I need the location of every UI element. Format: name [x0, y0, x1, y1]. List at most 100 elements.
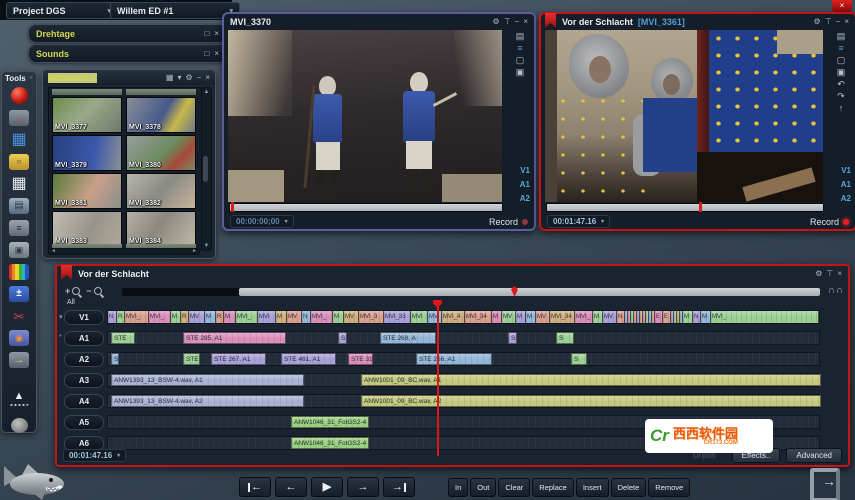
magnifier-icon[interactable]	[72, 287, 80, 295]
bin-clip-thumbnail[interactable]: MVI_3380	[126, 135, 196, 171]
list-view-icon[interactable]: ≡	[517, 44, 522, 53]
timeline-video-clip[interactable]: MVI_34	[465, 311, 492, 323]
timeline-video-clip[interactable]: N	[617, 311, 625, 323]
timeline-video-clip[interactable]: R	[181, 311, 189, 323]
timeline-audio-clip[interactable]: ANW1001_09_BC.wav, A2	[361, 395, 821, 407]
timeline-video-clip[interactable]: N	[302, 311, 311, 323]
timeline-audio-clip[interactable]: STE	[183, 353, 200, 365]
restore-icon[interactable]: □	[204, 49, 209, 58]
timeline-video-clip[interactable]: E	[655, 311, 663, 323]
timeline-video-clip[interactable]: MVI_	[236, 311, 258, 323]
gear-icon[interactable]: ⚙	[493, 18, 500, 26]
audio-track-content[interactable]: ANW1393_13_BSW-4.wav, A2 ANW1001_09_BC.wa…	[107, 394, 820, 408]
timeline-header[interactable]: Vor der Schlacht ⚙⊤×	[57, 266, 848, 282]
timeline-video-clip[interactable]: MV	[603, 311, 617, 323]
timecode-display[interactable]: 00:01:47.16 ▾	[547, 215, 610, 228]
playhead-line[interactable]	[437, 306, 439, 456]
playhead-marker[interactable]	[231, 202, 234, 212]
track-label-a1[interactable]: A1	[64, 331, 104, 346]
scroll-left-icon[interactable]: ◄	[51, 249, 56, 254]
pin-icon[interactable]: ⊤	[504, 18, 511, 26]
skip-end-button[interactable]: →	[383, 477, 415, 497]
list-view-icon[interactable]: ≡	[838, 44, 843, 53]
track-label-a2[interactable]: A2	[64, 352, 104, 367]
track-indicator-a2[interactable]: A2	[520, 194, 530, 203]
timeline-video-clip[interactable]: MV	[287, 311, 302, 323]
timeline-audio-clip[interactable]: STE 268, A	[380, 332, 436, 344]
export-icon[interactable]: →	[9, 352, 29, 368]
play-button[interactable]: ▶	[311, 477, 343, 497]
bin-clip-thumbnail[interactable]: MVI_3379	[52, 135, 122, 171]
search-bin-icon[interactable]: ○	[9, 154, 29, 170]
timeline-video-clip[interactable]: MVI	[411, 311, 428, 323]
timeline-audio-clip[interactable]: S	[571, 353, 587, 365]
viewer-header[interactable]: MVI_3370 ⚙⊤−×	[224, 14, 534, 30]
audio-track-content[interactable]: SSTESTE 267, A1STE 461, A1STE 31STE 256,…	[107, 352, 820, 366]
timeline-video-clip[interactable]: M	[276, 311, 287, 323]
video-track-content[interactable]: NRMVI_MVI_MRMVMRMMVI_MVIMMVNMVI_MMVMVI_3…	[107, 310, 820, 324]
close-icon[interactable]: ×	[214, 29, 219, 38]
bin-horizontal-scrollbar[interactable]: ◄ ►	[48, 248, 200, 255]
timeline-audio-clip[interactable]: ANW1393_13_BSW-4.wav, A1	[111, 374, 304, 386]
edit-button-in[interactable]: In	[448, 478, 468, 497]
timeline-audio-clip[interactable]: STE	[111, 332, 135, 344]
timecode-display[interactable]: 00:00:00;00 ▾	[230, 215, 294, 228]
edit-button-delete[interactable]: Delete	[611, 478, 647, 497]
seek-bar[interactable]	[229, 203, 503, 212]
close-icon[interactable]: ×	[214, 49, 219, 58]
timeline-video-clip[interactable]: MV	[502, 311, 516, 323]
close-icon[interactable]: ×	[29, 75, 33, 82]
bin-clip-thumbnail[interactable]: MVI_3383	[52, 211, 122, 247]
timeline-audio-clip[interactable]: ANW1393_13_BSW-4.wav, A2	[111, 395, 304, 407]
restore-icon[interactable]: □	[204, 29, 209, 38]
timeline-video-clip[interactable]: M	[333, 311, 344, 323]
bin-clip-thumbnail[interactable]: MVI_3382	[126, 173, 196, 209]
timeline-video-clip[interactable]: M	[526, 311, 536, 323]
timeline-audio-clip[interactable]: ANW1046_31_FotGS2-4	[291, 416, 369, 428]
pin-icon[interactable]: ⊤	[825, 18, 832, 26]
bin-clip-thumbnail[interactable]: MVI_3384	[126, 211, 196, 247]
upload-icon[interactable]: ↑	[839, 104, 844, 113]
folder-icon[interactable]: ▤	[837, 32, 846, 41]
scrollbar-thumb[interactable]	[203, 156, 208, 182]
step-back-button[interactable]: ←	[275, 477, 307, 497]
bin-clip-thumbnail[interactable]: MVI_3378	[126, 97, 196, 133]
bin-header[interactable]: Mittwoch 1 ▦▾⚙−×	[43, 70, 215, 85]
timeline-video-clip[interactable]: MVI_	[575, 311, 593, 323]
timeline-video-clip[interactable]: MVI_34	[550, 311, 575, 323]
cut-icon[interactable]: ✂	[9, 308, 29, 324]
timeline-video-clip[interactable]: E	[663, 311, 671, 323]
timeline-video-clip[interactable]: MVI_	[149, 311, 171, 323]
timeline-audio-clip[interactable]: STE 267, A1	[211, 353, 266, 365]
record-icon[interactable]	[11, 87, 28, 104]
timeline-audio-clip[interactable]: S	[111, 353, 119, 365]
minimize-icon[interactable]: −	[515, 18, 520, 26]
scroll-up-icon[interactable]: ▲	[202, 89, 211, 95]
timeline-audio-clip[interactable]: S	[556, 332, 574, 344]
undo-icon[interactable]: ↶	[837, 80, 845, 89]
timeline-video-clip[interactable]: MVI_	[125, 311, 149, 323]
record-indicator[interactable]	[843, 219, 849, 225]
effects-icon[interactable]: ◉	[9, 330, 29, 346]
zoom-out-button[interactable]: −	[86, 286, 91, 296]
pin-icon[interactable]: ⊤	[826, 270, 833, 278]
track-label-a5[interactable]: A5	[64, 415, 104, 430]
copy-icon[interactable]: ▣	[837, 68, 846, 77]
track-label-a4[interactable]: A4	[64, 394, 104, 409]
minimize-icon[interactable]: −	[836, 18, 841, 26]
magnifier-icon[interactable]	[94, 287, 102, 295]
keypad-icon[interactable]: ▦	[9, 176, 29, 192]
rack-sounds[interactable]: Sounds □ ×	[28, 44, 227, 63]
timecode-display[interactable]: 00:01:47.16 ▾	[63, 449, 126, 462]
viewer-header[interactable]: Vor der Schlacht [MVI_3361] ⚙⊤−×	[541, 14, 855, 30]
timeline-video-clip[interactable]: M	[683, 311, 693, 323]
scroll-down-icon[interactable]: ▼	[202, 243, 211, 249]
edit-dropdown[interactable]: Willem ED #1 ▾	[110, 2, 240, 19]
timeline-video-clip[interactable]: MV	[344, 311, 359, 323]
track-indicator-v1[interactable]: V1	[841, 166, 851, 175]
timeline-video-clip[interactable]: M	[516, 311, 526, 323]
mixer-icon[interactable]: ≡	[9, 220, 29, 236]
edit-button-insert[interactable]: Insert	[576, 478, 609, 497]
track-indicator-a1[interactable]: A1	[841, 180, 851, 189]
minimize-icon[interactable]: −	[197, 74, 202, 82]
